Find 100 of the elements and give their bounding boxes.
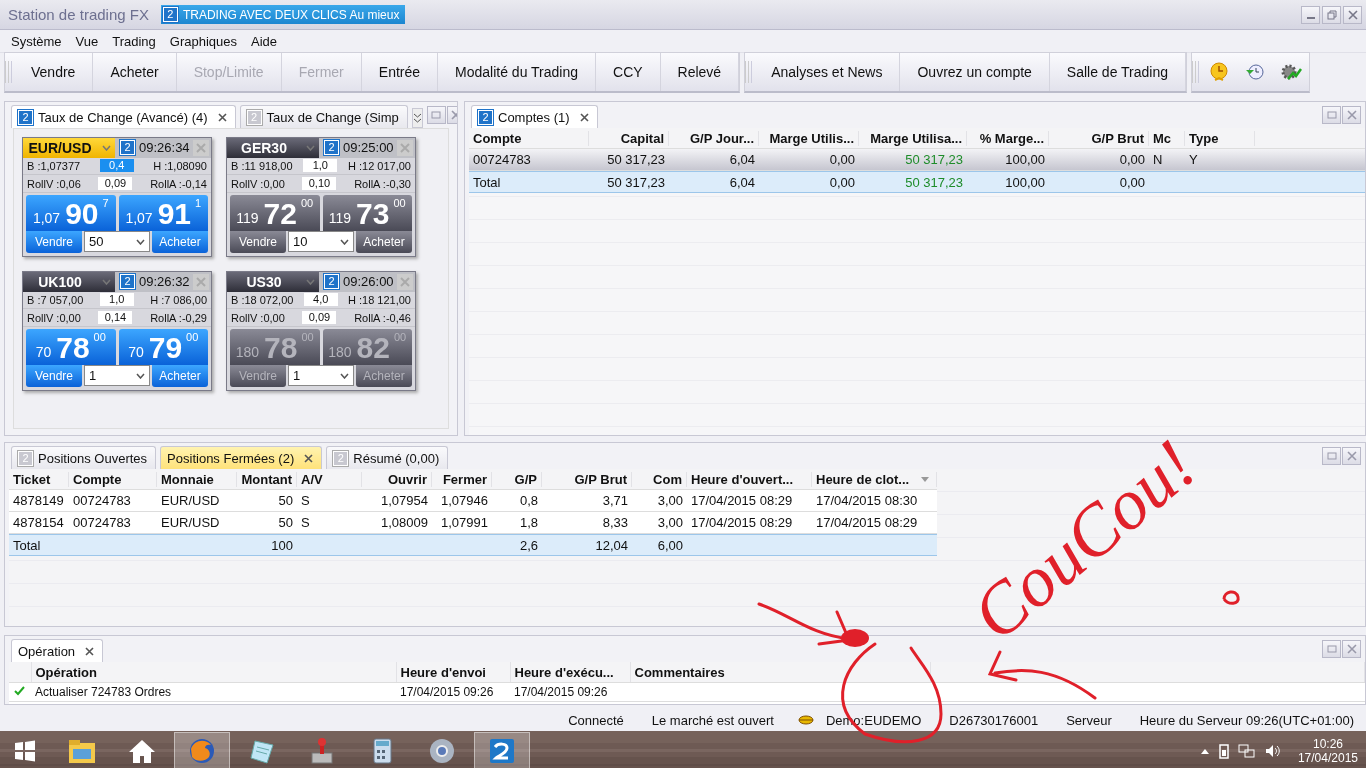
close-button[interactable] bbox=[1342, 447, 1361, 465]
dropdown-button[interactable] bbox=[97, 138, 115, 158]
menu-item[interactable]: Vue bbox=[68, 33, 106, 49]
table-cell: 17/04/2015 09:26 bbox=[510, 682, 630, 702]
table-cell-text: S bbox=[300, 515, 311, 530]
high-label: H :12 017,00 bbox=[348, 159, 411, 172]
close-button[interactable] bbox=[1343, 5, 1362, 24]
quantity-dropdown[interactable]: 50 bbox=[84, 231, 150, 252]
panel-tab[interactable]: 2 Comptes (1) bbox=[471, 105, 598, 128]
maximize-button[interactable] bbox=[1322, 447, 1341, 465]
column-header[interactable]: Compte bbox=[69, 471, 157, 487]
menu-item[interactable]: Aide bbox=[244, 33, 285, 49]
clock-time[interactable]: 10:26 bbox=[1312, 737, 1343, 751]
toolbar-button[interactable]: Analyses et News bbox=[754, 53, 901, 91]
quantity-dropdown[interactable]: 1 bbox=[288, 365, 354, 386]
menu-item[interactable]: Trading bbox=[105, 33, 163, 49]
toolbar-button[interactable]: CCY bbox=[596, 53, 661, 91]
app-badge: 2 bbox=[324, 274, 339, 290]
column-header[interactable]: Capital bbox=[589, 130, 669, 146]
panel-tab[interactable]: Positions Fermées (2) bbox=[160, 446, 323, 469]
toolbar-button[interactable]: Modalité du Trading bbox=[438, 53, 596, 91]
column-header[interactable]: Compte bbox=[469, 130, 589, 146]
clock-date[interactable]: 17/04/2015 bbox=[1297, 751, 1358, 765]
symbol-label[interactable]: US30 bbox=[227, 272, 301, 292]
table-row[interactable]: Total 100 2,6 12,04 6,00 bbox=[9, 534, 937, 556]
column-header[interactable]: Montant bbox=[237, 471, 297, 487]
column-header[interactable]: Marge Utilisa... bbox=[859, 130, 967, 146]
volume-icon[interactable] bbox=[1263, 743, 1282, 759]
window-title: Station de trading FX bbox=[8, 6, 149, 23]
quote-time: 09:26:34 bbox=[139, 140, 191, 156]
dropdown-button[interactable] bbox=[301, 272, 319, 292]
maximize-button[interactable] bbox=[1322, 106, 1341, 124]
menu-item[interactable]: Graphiques bbox=[162, 33, 245, 49]
table-row[interactable]: 00724783 50 317,23 6,04 0,00 50 317,23 100,00 0,00 N Y bbox=[469, 149, 1365, 171]
column-header[interactable]: G/P Brut bbox=[1049, 130, 1149, 146]
close-icon[interactable] bbox=[579, 112, 589, 122]
column-header[interactable]: Ouvrir bbox=[362, 471, 432, 487]
column-header[interactable]: G/P bbox=[492, 471, 542, 487]
symbol-label[interactable]: EUR/USD bbox=[23, 138, 97, 158]
caret-icon bbox=[305, 278, 315, 285]
column-header[interactable]: Heure d'exécu... bbox=[510, 662, 630, 683]
close-icon bbox=[196, 276, 206, 287]
close-icon[interactable] bbox=[217, 112, 227, 122]
table-row[interactable]: 4878154 00724783 EUR/USD 50 S 1,08009 1,07991 1,8 8,33 3,00 17/04/2015 08:29 17/04/2015 08:29 bbox=[9, 512, 937, 534]
table-cell-text: 12,04 bbox=[594, 537, 629, 553]
status-text: Connecté bbox=[568, 712, 624, 728]
table-cell-text: 0,8 bbox=[518, 493, 539, 508]
close-icon[interactable] bbox=[304, 453, 314, 463]
column-header[interactable]: Heure d'envoi bbox=[396, 662, 510, 683]
column-header[interactable]: Opération bbox=[31, 662, 396, 683]
table-cell-text: 50 bbox=[277, 493, 294, 508]
column-header[interactable]: Ticket bbox=[9, 471, 69, 487]
more-tabs-button[interactable] bbox=[411, 108, 423, 128]
banner[interactable]: 2 TRADING AVEC DEUX CLICS Au mieux bbox=[160, 5, 406, 24]
maximize-button[interactable] bbox=[1322, 640, 1341, 658]
battery-icon[interactable] bbox=[1217, 743, 1230, 759]
bid-label: B :11 918,00 bbox=[231, 159, 293, 172]
minimize-button[interactable] bbox=[1301, 5, 1320, 24]
close-button[interactable] bbox=[1342, 106, 1361, 124]
table-row[interactable]: 4878149 00724783 EUR/USD 50 S 1,07954 1,07946 0,8 3,71 3,00 17/04/2015 08:29 17/04/2015 08:30 bbox=[9, 490, 937, 512]
taskbar-app-button[interactable] bbox=[174, 732, 230, 768]
column-header[interactable]: Com bbox=[632, 471, 687, 487]
column-header[interactable]: Heure d'ouvert... bbox=[687, 471, 812, 487]
column-header[interactable]: A/V bbox=[297, 471, 362, 487]
column-header[interactable]: Heure de clot... bbox=[812, 471, 937, 487]
column-header[interactable]: G/P Jour... bbox=[669, 130, 759, 146]
column-header[interactable]: Fermer bbox=[432, 471, 492, 487]
toolbar-button[interactable]: Vendre bbox=[14, 53, 94, 91]
column-header[interactable]: G/P Brut bbox=[542, 471, 632, 487]
panel-tab[interactable]: 2 Taux de Change (Avancé) (4) bbox=[11, 105, 236, 128]
close-icon[interactable] bbox=[85, 646, 95, 656]
sell-button[interactable]: Vendre bbox=[26, 231, 82, 253]
network-icon[interactable] bbox=[1237, 743, 1256, 759]
dropdown-button[interactable] bbox=[97, 272, 115, 292]
column-header[interactable]: Type bbox=[1185, 130, 1255, 146]
maximize-button[interactable] bbox=[426, 106, 446, 124]
column-header[interactable]: Mc bbox=[1149, 130, 1185, 146]
column-header[interactable]: Marge Utilis... bbox=[759, 130, 859, 146]
quantity-dropdown[interactable]: 1 bbox=[84, 365, 150, 386]
toolbar-button[interactable]: Acheter bbox=[93, 53, 177, 91]
column-header[interactable]: Monnaie bbox=[157, 471, 237, 487]
panel-tab[interactable]: Opération bbox=[11, 639, 104, 662]
close-button[interactable] bbox=[1342, 640, 1361, 658]
buy-button[interactable]: Acheter bbox=[152, 365, 208, 387]
taskbar-app-button[interactable] bbox=[474, 732, 530, 768]
toolbar-button[interactable]: Salle de Trading bbox=[1049, 53, 1187, 91]
toolbar-button[interactable]: Entrée bbox=[361, 53, 439, 91]
column-header[interactable]: Commentaires bbox=[630, 662, 930, 683]
table-row[interactable]: Total 50 317,23 6,04 0,00 50 317,23 100,00 0,00 bbox=[469, 171, 1365, 193]
buy-button[interactable]: Acheter bbox=[152, 231, 208, 253]
sell-button[interactable]: Vendre bbox=[26, 365, 82, 387]
restore-button[interactable] bbox=[1322, 5, 1341, 24]
table-cell-text: 3,00 bbox=[656, 515, 684, 530]
column-header[interactable]: % Marge... bbox=[967, 130, 1049, 146]
symbol-label[interactable]: UK100 bbox=[23, 272, 97, 292]
roll-value: 0,09 bbox=[302, 311, 337, 325]
toolbar-button[interactable]: Relevé bbox=[660, 53, 740, 91]
show-hidden-icons[interactable] bbox=[1199, 747, 1210, 755]
toolbar-button[interactable]: Ouvrez un compte bbox=[900, 53, 1050, 91]
menu-item[interactable]: Système bbox=[4, 33, 69, 49]
